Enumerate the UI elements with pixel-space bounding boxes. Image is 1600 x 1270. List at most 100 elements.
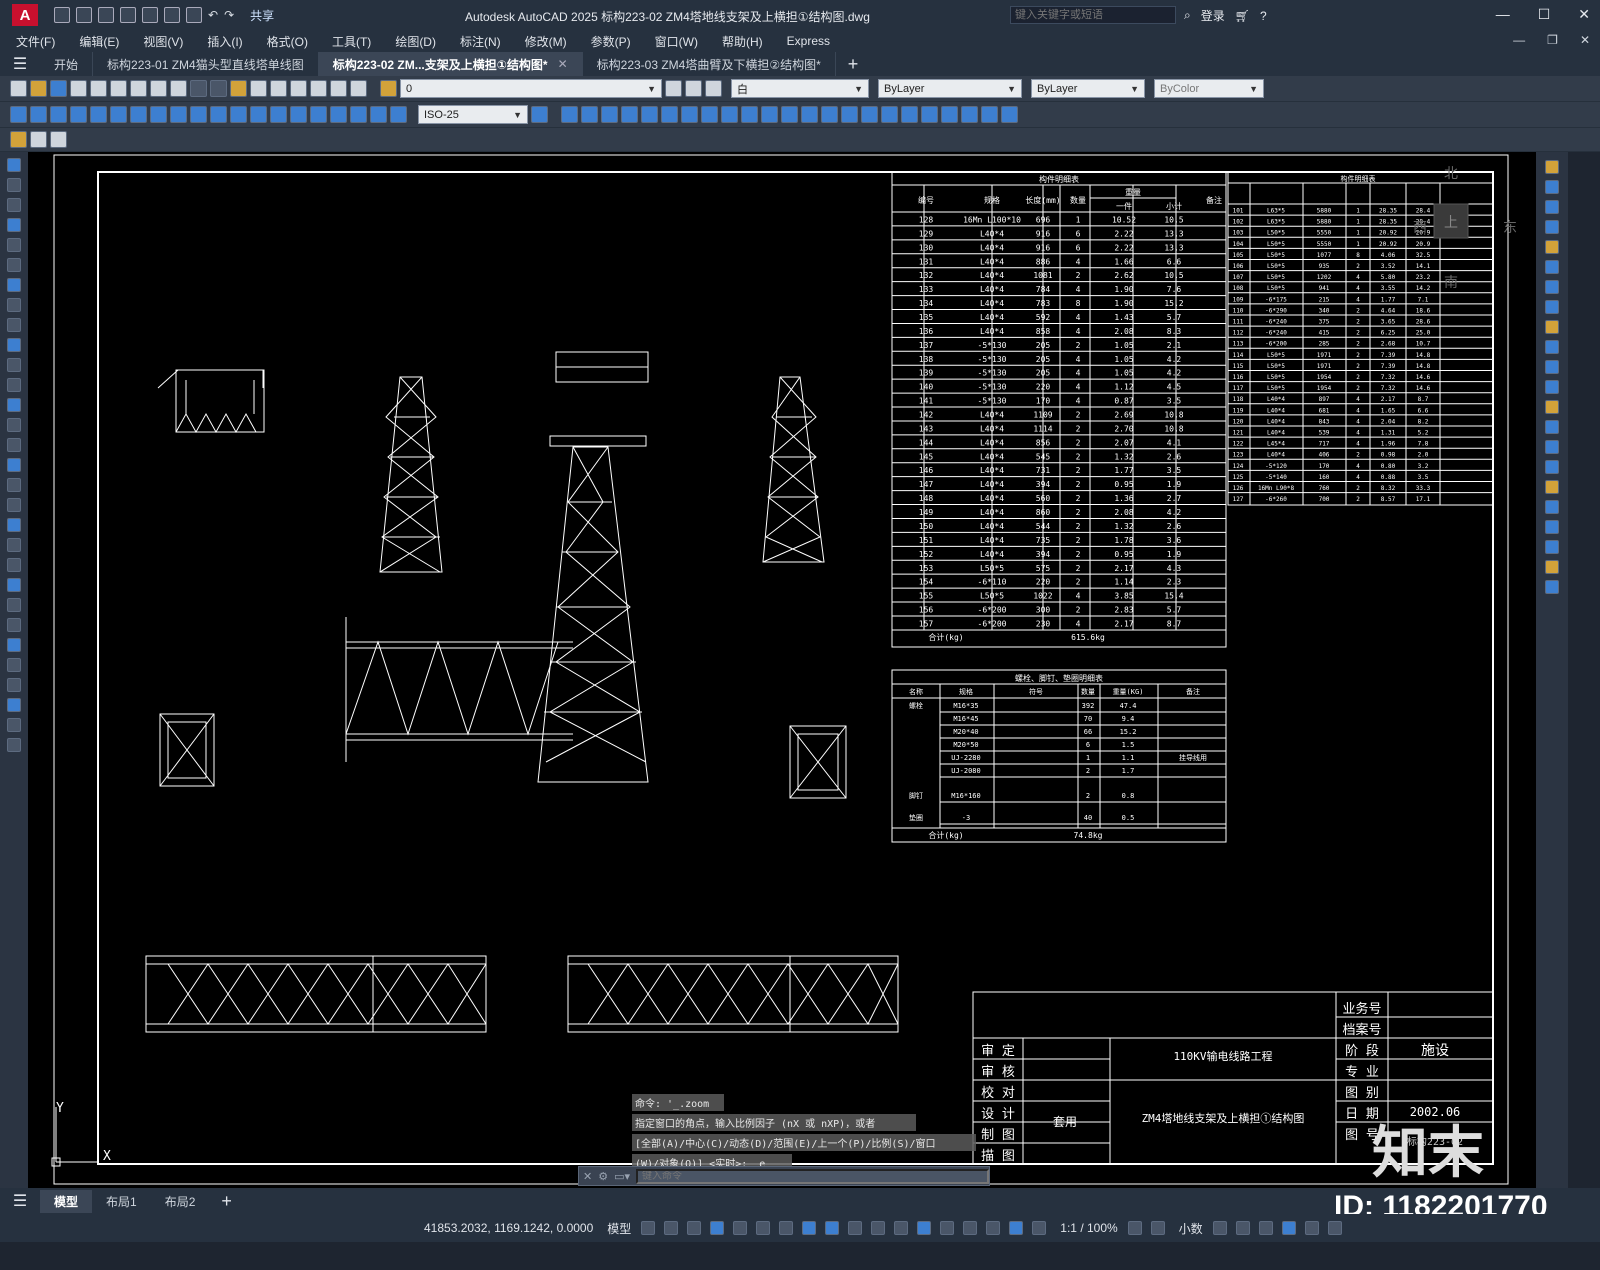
new-tab-button[interactable]: + — [848, 54, 859, 75]
modify-tool-icon[interactable] — [1545, 160, 1559, 174]
doc-close-button[interactable]: ✕ — [1580, 33, 1590, 47]
design-center-icon[interactable] — [310, 80, 327, 97]
modify-tool-icon[interactable] — [1545, 220, 1559, 234]
modify-tool-icon[interactable] — [1545, 340, 1559, 354]
sheet-set-icon[interactable] — [10, 131, 27, 148]
wrench-icon[interactable]: ⚙︎ — [598, 1170, 608, 1183]
dim-linear-icon[interactable] — [10, 106, 27, 123]
sweep-icon[interactable] — [741, 106, 758, 123]
dim-ordinate-icon[interactable] — [70, 106, 87, 123]
modify-tool-icon[interactable] — [1545, 280, 1559, 294]
command-input[interactable] — [636, 1168, 989, 1184]
new-file-icon[interactable] — [54, 7, 70, 23]
modify-tool-icon[interactable] — [1545, 380, 1559, 394]
make-current-icon[interactable] — [665, 80, 682, 97]
menu-item[interactable]: 编辑(E) — [79, 33, 119, 50]
separate-icon[interactable] — [981, 106, 998, 123]
draw-tool-icon[interactable] — [7, 578, 21, 592]
annotation-monitor-icon[interactable] — [1150, 1221, 1165, 1235]
menu-item[interactable]: 工具(T) — [332, 33, 371, 50]
thicken-icon[interactable] — [921, 106, 938, 123]
menu-item[interactable]: 窗口(W) — [655, 33, 698, 50]
properties-icon[interactable] — [290, 80, 307, 97]
close-tab-icon[interactable]: ✕ — [558, 57, 568, 71]
redo-icon[interactable] — [210, 80, 227, 97]
imprint-icon[interactable] — [961, 106, 978, 123]
dimstyle-dropdown[interactable]: ISO-25 ▼ — [418, 105, 528, 124]
3d-pyramid-icon[interactable] — [681, 106, 698, 123]
linetype-dropdown[interactable]: ByLayer ▼ — [878, 79, 1022, 98]
menu-item[interactable]: 视图(V) — [143, 33, 183, 50]
save-icon[interactable] — [50, 80, 67, 97]
draw-tool-icon[interactable] — [7, 218, 21, 232]
menu-item[interactable]: 绘图(D) — [395, 33, 436, 50]
model-space-button[interactable]: 模型 — [607, 1220, 631, 1237]
draw-tool-icon[interactable] — [7, 478, 21, 492]
menu-item[interactable]: 插入(I) — [207, 33, 242, 50]
clean-icon[interactable] — [1001, 106, 1018, 123]
polysolid-icon[interactable] — [901, 106, 918, 123]
infer-icon[interactable] — [687, 1221, 702, 1235]
drawing-canvas[interactable]: 构件明细表 重量 编号 规格 长度(mm) 数量 一件 小计 备注 128 16Mn L100… — [28, 152, 1536, 1188]
draw-tool-icon[interactable] — [7, 178, 21, 192]
draw-tool-icon[interactable] — [7, 718, 21, 732]
quick-properties-icon[interactable] — [1212, 1221, 1227, 1235]
slice-icon[interactable] — [841, 106, 858, 123]
quick-dim-icon[interactable] — [170, 106, 187, 123]
paste-icon[interactable] — [170, 80, 187, 97]
login-button[interactable]: 登录 — [1201, 7, 1225, 24]
modify-tool-icon[interactable] — [1545, 580, 1559, 594]
undo-icon[interactable]: ↶ — [208, 8, 218, 22]
menu-item[interactable]: 文件(F) — [16, 33, 55, 50]
object-snap-tracking-icon[interactable] — [802, 1221, 817, 1235]
search-input[interactable] — [1010, 6, 1176, 24]
draw-tool-icon[interactable] — [7, 698, 21, 712]
plot-icon[interactable] — [70, 80, 87, 97]
3d-wedge-icon[interactable] — [581, 106, 598, 123]
doc-restore-button[interactable]: ❐ — [1547, 33, 1558, 47]
tolerance-icon[interactable] — [270, 106, 287, 123]
modify-tool-icon[interactable] — [1545, 420, 1559, 434]
menu-item[interactable]: 标注(N) — [460, 33, 501, 50]
isolate-objects-icon[interactable] — [1258, 1221, 1273, 1235]
draw-tool-icon[interactable] — [7, 558, 21, 572]
search-icon[interactable]: ⌕ — [1184, 8, 1191, 23]
dim-style-icon[interactable] — [531, 106, 548, 123]
menu-item[interactable]: Express — [787, 34, 830, 48]
color-dropdown[interactable]: 白 ▼ — [731, 79, 869, 98]
tab-drawing-02[interactable]: 标构223-02 ZM...支架及上横担①结构图* ✕ — [318, 52, 583, 76]
dim-break-icon[interactable] — [250, 106, 267, 123]
draw-tool-icon[interactable] — [7, 418, 21, 432]
open-icon[interactable] — [30, 80, 47, 97]
subtract-icon[interactable] — [801, 106, 818, 123]
help-icon[interactable] — [350, 80, 367, 97]
modify-tool-icon[interactable] — [1545, 360, 1559, 374]
tab-drawing-01[interactable]: 标构223-01 ZM4猫头型直线塔单线图 — [93, 52, 319, 76]
modify-tool-icon[interactable] — [1545, 480, 1559, 494]
3d-torus-icon[interactable] — [661, 106, 678, 123]
modify-tool-icon[interactable] — [1545, 460, 1559, 474]
lineweight-icon[interactable] — [848, 1221, 863, 1235]
modify-tool-icon[interactable] — [1545, 440, 1559, 454]
dim-baseline-icon[interactable] — [190, 106, 207, 123]
zoom-window-icon[interactable] — [270, 80, 287, 97]
modify-tool-icon[interactable] — [1545, 520, 1559, 534]
layout-menu-icon[interactable]: ☰ — [0, 1191, 40, 1211]
menu-item[interactable]: 参数(P) — [591, 33, 631, 50]
dim-aligned-icon[interactable] — [30, 106, 47, 123]
draw-tool-icon[interactable] — [7, 198, 21, 212]
object-snap-icon[interactable] — [825, 1221, 840, 1235]
pan-icon[interactable] — [230, 80, 247, 97]
print-icon[interactable] — [186, 7, 202, 23]
auto-scale-icon[interactable] — [1032, 1221, 1047, 1235]
draw-tool-icon[interactable] — [7, 258, 21, 272]
qnew-icon[interactable] — [10, 80, 27, 97]
modify-tool-icon[interactable] — [1545, 200, 1559, 214]
draw-tool-icon[interactable] — [7, 338, 21, 352]
union-icon[interactable] — [781, 106, 798, 123]
section-icon[interactable] — [861, 106, 878, 123]
tab-start[interactable]: 开始 — [40, 52, 94, 76]
modify-tool-icon[interactable] — [1545, 540, 1559, 554]
draw-tool-icon[interactable] — [7, 398, 21, 412]
tab-layout1[interactable]: 布局1 — [92, 1190, 151, 1213]
